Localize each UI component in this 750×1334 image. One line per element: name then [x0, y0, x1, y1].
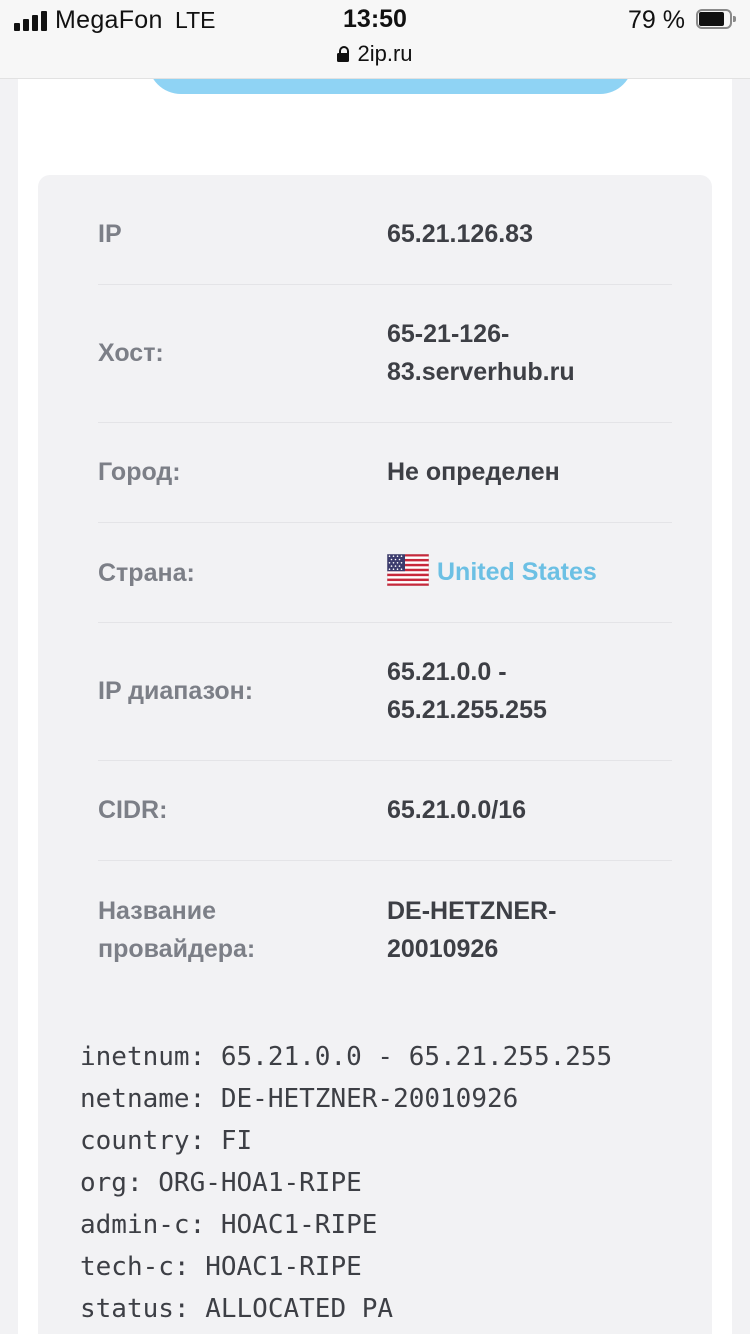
battery-icon	[696, 9, 736, 29]
us-flag-icon	[387, 554, 429, 586]
whois-line: netname: DE-HETZNER-20010926	[80, 1084, 519, 1114]
info-row-city: Город: Не определен	[98, 422, 672, 523]
info-row-host: Хост: 65-21-126- 83.serverhub.ru	[98, 284, 672, 423]
ip-range-line1: 65.21.0.0 -	[387, 658, 507, 686]
city-label: Город:	[98, 458, 181, 486]
host-value[interactable]: 65-21-126- 83.serverhub.ru	[387, 315, 672, 391]
city-value: Не определен	[387, 458, 560, 486]
whois-line: org: ORG-HOA1-RIPE	[80, 1168, 362, 1198]
country-name: United States	[437, 558, 597, 586]
country-label: Страна:	[98, 559, 195, 587]
address-bar[interactable]: 2ip.ru	[0, 41, 750, 67]
whois-line: status: ALLOCATED PA	[80, 1294, 394, 1324]
whois-line: inetnum: 65.21.0.0 - 65.21.255.255	[80, 1042, 613, 1072]
info-row-country: Страна: United States	[98, 522, 672, 623]
info-row-ip-range: IP диапазон: 65.21.0.0 - 65.21.255.255	[98, 622, 672, 761]
ip-range-label: IP диапазон:	[98, 677, 254, 705]
ip-range-value: 65.21.0.0 - 65.21.255.255	[387, 653, 672, 729]
info-row-ip: IP 65.21.126.83	[98, 186, 672, 285]
info-row-cidr: CIDR: 65.21.0.0/16	[98, 760, 672, 861]
provider-label: Название провайдера:	[98, 892, 368, 968]
info-row-provider: Название провайдера: DE-HETZNER- 2001092…	[98, 860, 672, 1000]
provider-value: DE-HETZNER- 20010926	[387, 892, 672, 968]
lock-icon	[337, 46, 350, 62]
host-label: Хост:	[98, 339, 164, 367]
whois-text: inetnum: 65.21.0.0 - 65.21.255.255 netnam…	[80, 1036, 612, 1330]
battery-percent: 79 %	[628, 6, 685, 34]
page: MegaFon LTE 13:50 79 % 2ip.ru IP 65.21.1…	[0, 0, 750, 1334]
provider-label-line2: провайдера:	[98, 935, 256, 963]
cidr-value: 65.21.0.0/16	[387, 796, 527, 824]
host-value-line2: 83.serverhub.ru	[387, 358, 575, 386]
ip-label: IP	[98, 220, 122, 248]
status-bar: MegaFon LTE 13:50 79 % 2ip.ru	[0, 0, 750, 79]
cidr-label: CIDR:	[98, 796, 168, 824]
whois-line: admin-c: HOAC1-RIPE	[80, 1210, 378, 1240]
country-link[interactable]: United States	[387, 553, 672, 591]
provider-value-line2: 20010926	[387, 935, 499, 963]
url-text: 2ip.ru	[357, 41, 413, 66]
provider-value-line1: DE-HETZNER-	[387, 897, 557, 925]
whois-line: country: FI	[80, 1126, 253, 1156]
ip-range-line2: 65.21.255.255	[387, 696, 547, 724]
whois-line: tech-c: HOAC1-RIPE	[80, 1252, 362, 1282]
host-value-line1: 65-21-126-	[387, 320, 510, 348]
provider-label-line1: Название	[98, 897, 217, 925]
ip-value[interactable]: 65.21.126.83	[387, 215, 672, 253]
